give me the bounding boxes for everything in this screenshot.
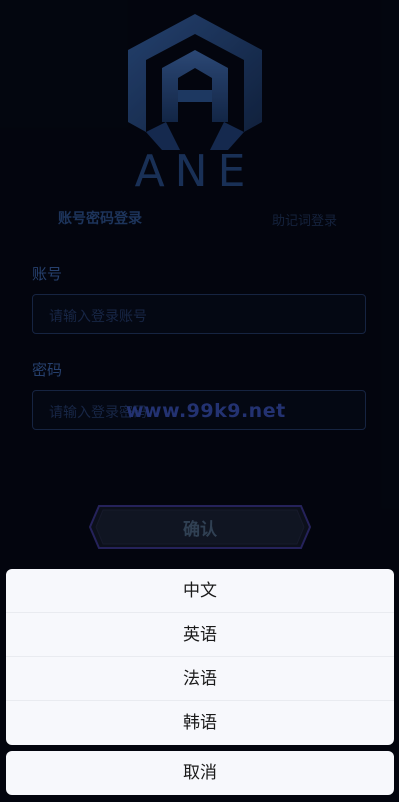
language-option-chinese[interactable]: 中文 [6, 569, 394, 613]
language-action-sheet: 中文 英语 法语 韩语 [6, 569, 394, 745]
language-option-english[interactable]: 英语 [6, 613, 394, 657]
language-option-korean[interactable]: 韩语 [6, 701, 394, 745]
language-option-french[interactable]: 法语 [6, 657, 394, 701]
login-screen: ANE 账号密码登录 助记词登录 账号 请输入登录账号 密码 请输入登录密码 w… [0, 0, 399, 802]
cancel-button[interactable]: 取消 [6, 751, 394, 795]
